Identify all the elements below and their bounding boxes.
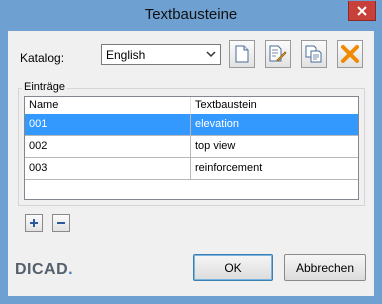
- remove-row-button[interactable]: [52, 214, 70, 232]
- ok-button[interactable]: OK: [193, 254, 273, 281]
- column-header-textbaustein[interactable]: Textbaustein: [191, 97, 358, 114]
- dicad-logo: DICAD.: [15, 261, 73, 279]
- katalog-dropdown[interactable]: English: [101, 44, 221, 65]
- list-header: Name Textbaustein: [25, 97, 358, 115]
- table-row[interactable]: 002 top view: [25, 136, 358, 158]
- new-entry-button[interactable]: [229, 40, 255, 68]
- edit-entry-button[interactable]: [265, 40, 291, 68]
- close-button[interactable]: [348, 1, 376, 21]
- table-row[interactable]: 001 elevation: [25, 114, 358, 136]
- copy-document-icon: [305, 45, 322, 63]
- add-row-button[interactable]: [25, 214, 43, 232]
- entries-list[interactable]: Name Textbaustein 001 elevation 002 top …: [24, 96, 359, 200]
- row-text-cell: elevation: [195, 118, 240, 130]
- column-header-name[interactable]: Name: [25, 97, 191, 114]
- row-name-cell: 003: [25, 158, 191, 179]
- delete-entry-button[interactable]: [337, 40, 363, 68]
- window-title: Textbausteine: [144, 6, 238, 23]
- row-name-cell: 001: [25, 114, 191, 135]
- new-document-icon: [235, 45, 249, 63]
- chevron-down-icon: [206, 51, 216, 58]
- row-text-cell: top view: [195, 140, 236, 152]
- logo-text: DICAD: [15, 261, 69, 278]
- table-row[interactable]: 003 reinforcement: [25, 158, 358, 180]
- plus-icon: [30, 219, 38, 227]
- row-name-cell: 002: [25, 136, 191, 157]
- katalog-selected-value: English: [106, 48, 146, 62]
- edit-document-icon: [269, 45, 287, 62]
- close-icon: [357, 5, 367, 16]
- title-bar[interactable]: Textbausteine: [0, 0, 382, 31]
- dialog-body: Katalog: English Einträge Name Textbaust…: [8, 31, 374, 296]
- copy-entry-button[interactable]: [301, 40, 327, 68]
- cancel-button[interactable]: Abbrechen: [284, 254, 366, 281]
- logo-dot: .: [68, 261, 74, 278]
- row-text-cell: reinforcement: [195, 162, 263, 174]
- delete-x-icon: [341, 45, 359, 63]
- katalog-label: Katalog:: [20, 51, 65, 65]
- minus-icon: [57, 222, 65, 224]
- dialog-window: Textbausteine Katalog: English Einträge …: [0, 0, 382, 304]
- entries-group-label: Einträge: [22, 81, 67, 93]
